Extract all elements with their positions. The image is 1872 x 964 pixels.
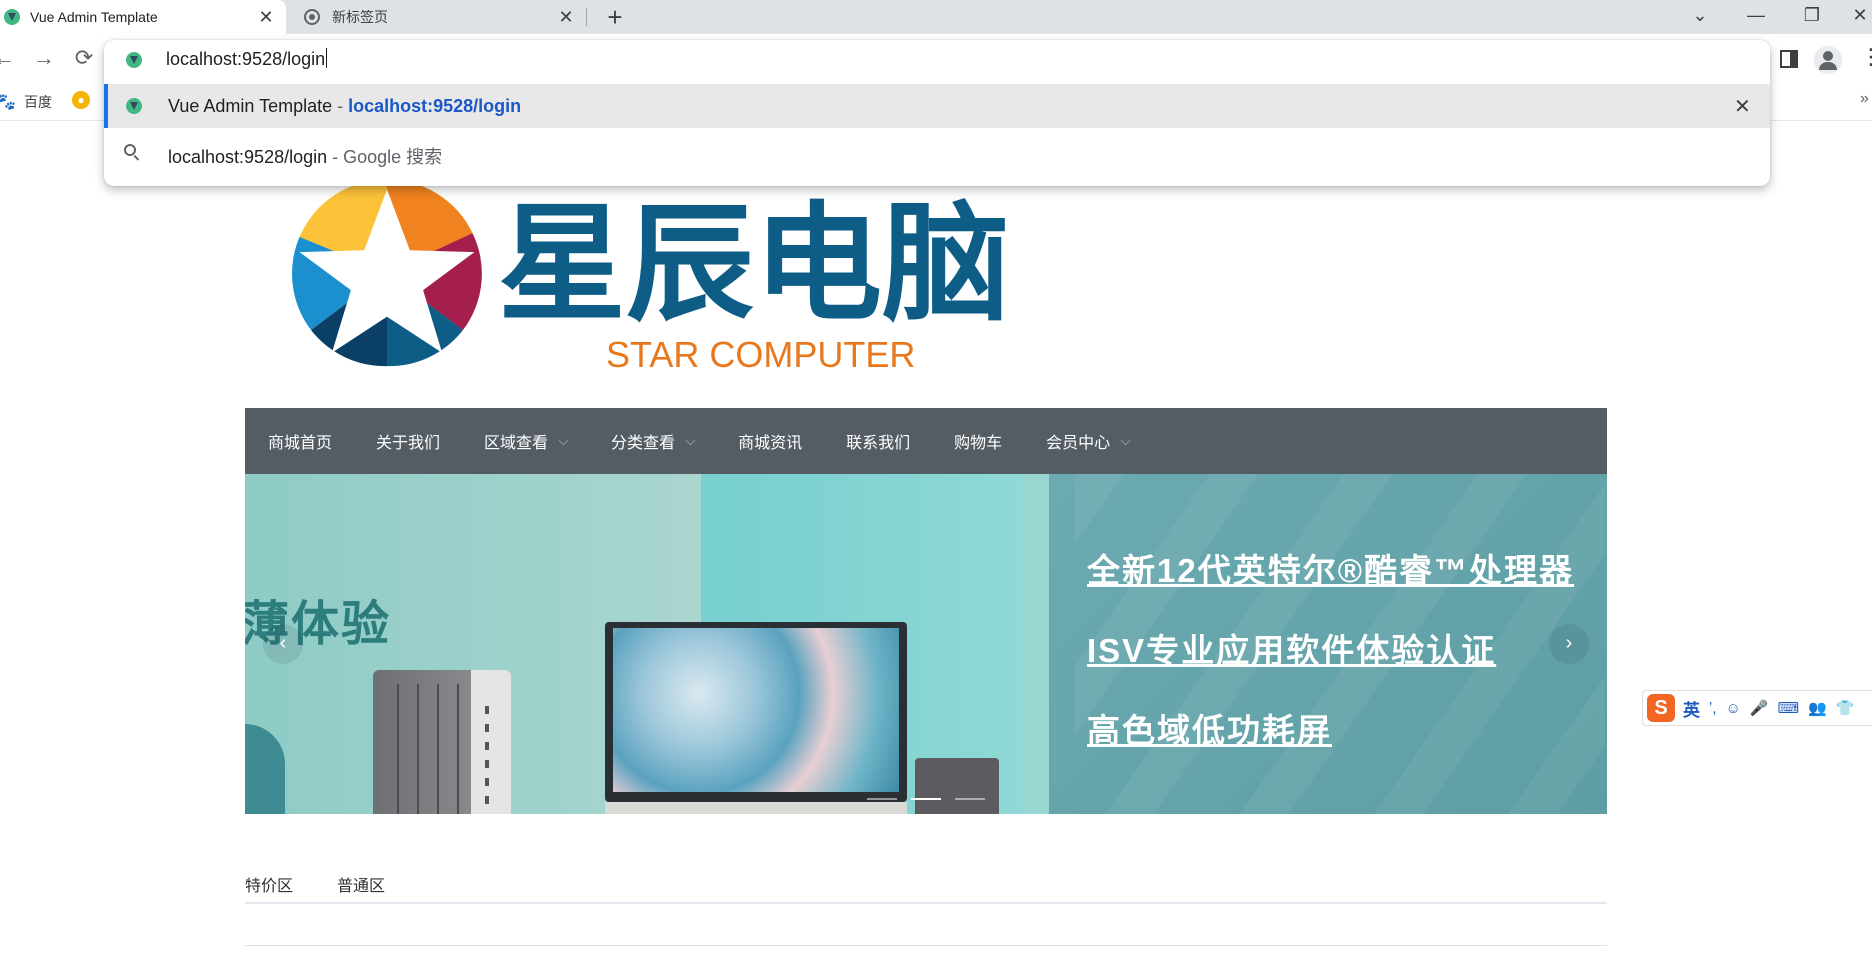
chevron-down-icon	[1120, 435, 1131, 446]
carousel-indicator-active[interactable]	[911, 798, 941, 800]
nav-label: 区域查看	[484, 435, 549, 452]
search-icon	[124, 144, 136, 156]
microphone-icon[interactable]: 🎤	[1750, 699, 1769, 717]
nav-contact[interactable]: 联系我们	[846, 429, 910, 453]
banner-carousel: 薄体验 全新12代英特尔®酷睿™处理器 ISV专业应用软件体验认证 高色域低功耗…	[245, 474, 1607, 814]
forward-button[interactable]: →	[30, 44, 58, 72]
nav-label: 联系我们	[846, 435, 911, 452]
monitor-screen	[613, 628, 899, 792]
monitor-base	[605, 802, 907, 814]
nav-label: 关于我们	[376, 435, 441, 452]
nav-label: 商城资讯	[738, 435, 803, 452]
desktop-tower-lights	[485, 706, 489, 814]
category-tabs	[245, 868, 1607, 904]
new-tab-button[interactable]: +	[600, 2, 630, 32]
banner-feature-3: 高色域低功耗屏	[1087, 712, 1332, 749]
paw-icon: 🐾	[0, 94, 16, 111]
tab-vue-admin[interactable]: Vue Admin Template ✕	[0, 0, 286, 34]
selection-indicator	[104, 84, 108, 128]
reload-button[interactable]: ⟳	[70, 44, 98, 72]
back-button[interactable]: ←	[0, 44, 18, 72]
divider	[245, 945, 1607, 946]
bookmark-baidu[interactable]: 百度	[24, 92, 52, 112]
logo-english-text: STAR COMPUTER	[606, 334, 916, 375]
tab-special-offer[interactable]: 特价区	[245, 872, 293, 896]
suggestion-separator: -	[327, 147, 344, 167]
text-caret	[326, 48, 328, 68]
star-logo-icon	[292, 179, 482, 367]
tab-search-button[interactable]: ⌄	[1672, 0, 1728, 30]
vue-favicon-icon	[126, 52, 142, 68]
banner-feature-2: ISV专业应用软件体验认证	[1087, 632, 1497, 669]
omnibox-suggestion-2[interactable]: localhost:9528/login - Google 搜索	[168, 143, 442, 169]
nav-news[interactable]: 商城资讯	[738, 429, 802, 453]
keyboard-icon[interactable]: ⌨	[1778, 699, 1800, 717]
desktop-tower-front	[471, 670, 511, 814]
nav-about[interactable]: 关于我们	[376, 429, 440, 453]
tab-title: Vue Admin Template	[30, 9, 158, 25]
nav-category[interactable]: 分类查看	[611, 429, 696, 453]
carousel-indicator[interactable]	[867, 798, 897, 800]
tab-title: 新标签页	[332, 9, 388, 25]
nav-home[interactable]: 商城首页	[268, 429, 332, 453]
tab-separator	[586, 8, 587, 26]
suggestion-1-text: Vue Admin Template - localhost:9528/logi…	[168, 96, 521, 117]
punctuation-icon[interactable]: ʼ,	[1709, 700, 1717, 717]
ime-toolbar: S 英 ʼ, ☺ 🎤 ⌨ 👥 👕	[1642, 690, 1872, 726]
chevron-down-icon	[558, 435, 569, 446]
suggestion-title: localhost:9528/login	[168, 147, 328, 167]
address-bar-input[interactable]: localhost:9528/login	[166, 48, 328, 70]
nav-label: 购物车	[954, 435, 1003, 452]
browser-menu-icon[interactable]: ⋮	[1860, 44, 1872, 70]
close-tab-icon[interactable]: ✕	[256, 7, 276, 27]
svg-text:星辰电脑: 星辰电脑	[498, 190, 1010, 330]
chrome-icon	[304, 9, 320, 25]
site-navbar: 商城首页 关于我们 区域查看 分类查看 商城资讯 联系我们 购物车 会员中心	[245, 408, 1607, 474]
lion-icon[interactable]: ●	[72, 91, 90, 109]
nav-region[interactable]: 区域查看	[484, 429, 569, 453]
logo-chinese-text: 星辰电脑	[498, 190, 1010, 330]
skin-icon[interactable]: 👕	[1836, 699, 1855, 717]
ime-language-toggle[interactable]: 英	[1683, 696, 1700, 721]
banner-feature-1: 全新12代英特尔®酷睿™处理器	[1087, 552, 1575, 589]
address-value: localhost:9528/login	[166, 49, 326, 69]
nav-label: 分类查看	[611, 435, 676, 452]
chevron-down-icon	[685, 435, 696, 446]
users-icon[interactable]: 👥	[1808, 699, 1827, 717]
carousel-next-button[interactable]: ›	[1549, 624, 1589, 664]
suggestion-suffix: Google 搜索	[343, 147, 443, 167]
nav-member[interactable]: 会员中心	[1046, 429, 1131, 453]
banner-divider	[1021, 474, 1049, 814]
close-window-button[interactable]: ✕	[1832, 0, 1872, 30]
emoji-icon[interactable]: ☺	[1726, 700, 1741, 717]
mini-pc-image	[915, 758, 999, 814]
tab-strip: Vue Admin Template ✕ 新标签页 ✕ + ⌄ — ❐ ✕	[0, 0, 1872, 34]
nav-cart[interactable]: 购物车	[954, 429, 1002, 453]
vue-favicon-icon	[4, 9, 20, 25]
minimize-button[interactable]: —	[1728, 0, 1784, 30]
nav-label: 会员中心	[1046, 435, 1111, 452]
sogou-logo-icon[interactable]: S	[1647, 694, 1675, 722]
close-tab-icon[interactable]: ✕	[556, 7, 576, 27]
tab-regular[interactable]: 普通区	[337, 872, 385, 896]
side-panel-icon[interactable]	[1780, 50, 1798, 68]
tab-new-tab[interactable]: 新标签页 ✕	[290, 0, 586, 34]
vue-favicon-icon	[126, 98, 142, 114]
profile-icon[interactable]	[1814, 46, 1842, 74]
carousel-prev-button[interactable]: ‹	[263, 624, 303, 664]
bookmarks-more-button[interactable]: »	[1860, 90, 1869, 108]
carousel-indicator[interactable]	[955, 798, 985, 800]
nav-label: 商城首页	[268, 435, 333, 452]
remove-suggestion-icon[interactable]: ✕	[1734, 94, 1751, 119]
suggestion-title: Vue Admin Template	[168, 96, 333, 116]
suggestion-url: localhost:9528/login	[348, 96, 522, 116]
suggestion-separator: -	[332, 96, 349, 116]
